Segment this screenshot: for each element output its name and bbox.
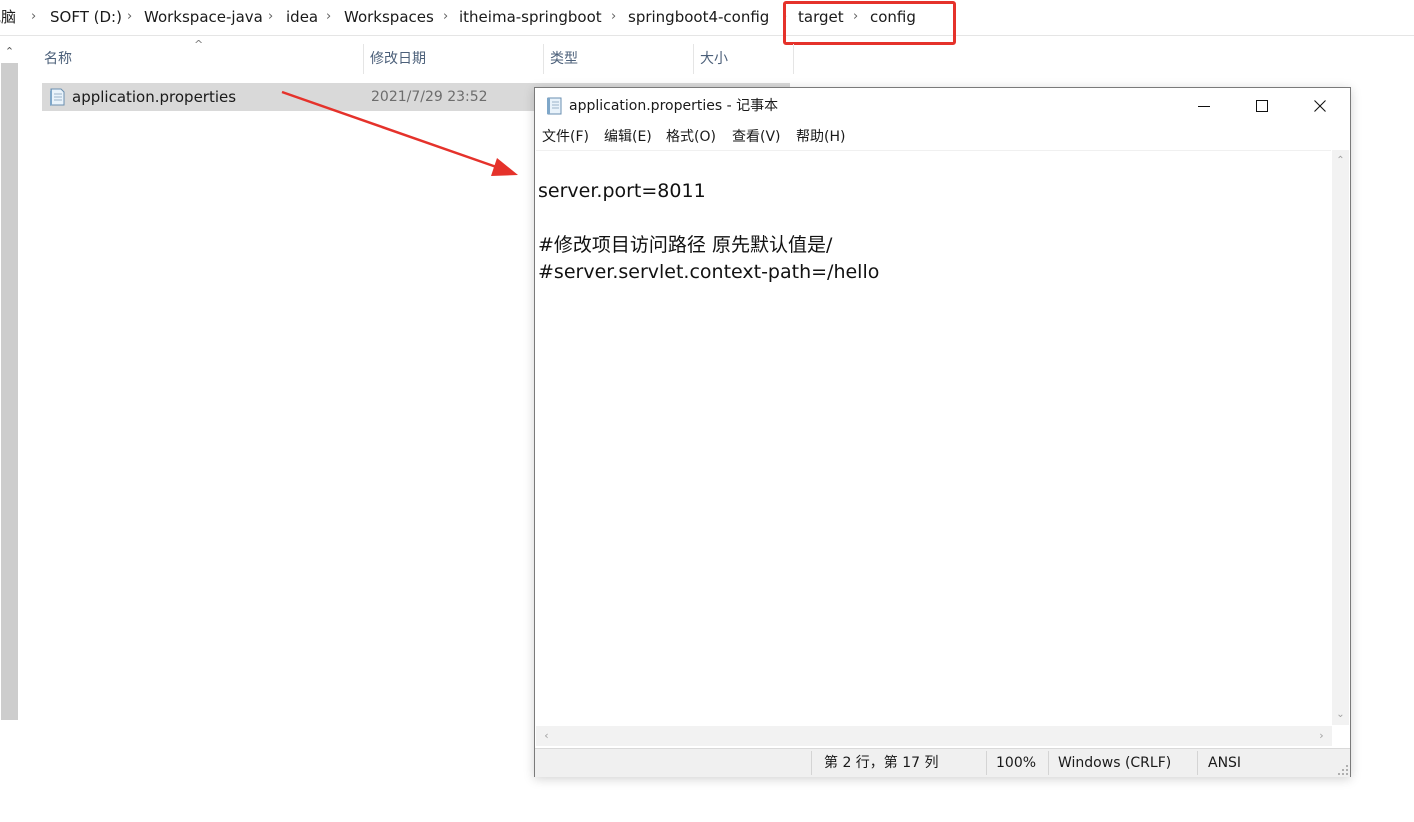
minimize-icon [1198, 106, 1210, 107]
column-header-name[interactable]: 名称 [38, 44, 363, 74]
resize-grip-icon[interactable] [1336, 763, 1350, 777]
status-divider [811, 751, 812, 775]
status-divider [986, 751, 987, 775]
minimize-button[interactable] [1175, 88, 1233, 124]
column-divider[interactable] [793, 44, 794, 74]
notepad-icon [547, 97, 562, 115]
chevron-right-icon[interactable]: › [268, 0, 273, 34]
breadcrumb-item-this-pc[interactable]: 电脑 [0, 0, 16, 34]
close-icon [1314, 100, 1326, 112]
column-header-size[interactable]: 大小 [694, 44, 793, 74]
column-header-modified[interactable]: 修改日期 [364, 44, 543, 74]
scroll-down-icon[interactable]: ⌄ [1332, 706, 1349, 723]
notepad-window: application.properties - 记事本 文件(F) 编辑(E)… [534, 87, 1351, 777]
menu-view[interactable]: 查看(V) [732, 124, 781, 150]
status-divider [1048, 751, 1049, 775]
notepad-statusbar: 第 2 行，第 17 列 100% Windows (CRLF) ANSI [535, 748, 1350, 777]
menu-format[interactable]: 格式(O) [666, 124, 716, 150]
breadcrumb-item-soft-drive[interactable]: SOFT (D:) [50, 0, 122, 34]
chevron-right-icon[interactable]: › [127, 0, 132, 34]
file-content[interactable]: server.port=8011 #修改项目访问路径 原先默认值是/ #serv… [538, 178, 879, 286]
editor-horizontal-scrollbar[interactable]: ‹ › [536, 726, 1332, 746]
menu-edit[interactable]: 编辑(E) [604, 124, 652, 150]
file-name[interactable]: application.properties [72, 83, 236, 111]
chevron-right-icon[interactable]: › [326, 0, 331, 34]
column-header-type[interactable]: 类型 [544, 44, 693, 74]
notepad-title: application.properties - 记事本 [569, 98, 779, 114]
text-editor-area[interactable]: server.port=8011 #修改项目访问路径 原先默认值是/ #serv… [536, 150, 1331, 787]
editor-vertical-scrollbar[interactable]: ⌃ ⌄ [1332, 150, 1349, 725]
breadcrumb-item-idea[interactable]: idea [286, 0, 318, 34]
chevron-right-icon[interactable]: › [443, 0, 448, 34]
maximize-icon [1256, 100, 1268, 112]
close-button[interactable] [1291, 88, 1349, 124]
status-line-ending: Windows (CRLF) [1058, 755, 1172, 771]
status-encoding: ANSI [1208, 755, 1242, 771]
breadcrumb-item-springboot4-config[interactable]: springboot4-config [628, 0, 769, 34]
scroll-up-icon[interactable]: ⌃ [1332, 152, 1349, 169]
notepad-menubar: 文件(F) 编辑(E) 格式(O) 查看(V) 帮助(H) [535, 124, 1350, 150]
scroll-left-icon[interactable]: ‹ [538, 726, 555, 746]
chevron-right-icon[interactable]: › [611, 0, 616, 34]
file-modified-date: 2021/7/29 23:52 [371, 89, 488, 105]
highlight-annotation-box [783, 1, 956, 45]
scroll-right-icon[interactable]: › [1313, 726, 1330, 746]
menu-help[interactable]: 帮助(H) [796, 124, 845, 150]
status-zoom: 100% [996, 755, 1037, 771]
breadcrumb-item-workspace-java[interactable]: Workspace-java [144, 0, 263, 34]
scroll-up-icon[interactable]: ⌃ [0, 41, 19, 63]
properties-file-icon [50, 88, 65, 106]
scrollbar-thumb[interactable] [1, 63, 18, 720]
status-cursor-position: 第 2 行，第 17 列 [824, 755, 939, 771]
maximize-button[interactable] [1233, 88, 1291, 124]
menu-file[interactable]: 文件(F) [542, 124, 589, 150]
breadcrumb: 电脑 › SOFT (D:) › Workspace-java › idea ›… [0, 0, 1414, 36]
status-divider [1197, 751, 1198, 775]
breadcrumb-item-itheima-springboot[interactable]: itheima-springboot [459, 0, 602, 34]
notepad-titlebar[interactable]: application.properties - 记事本 [535, 88, 1350, 124]
breadcrumb-item-workspaces[interactable]: Workspaces [344, 0, 434, 34]
chevron-right-icon[interactable]: › [31, 0, 36, 34]
